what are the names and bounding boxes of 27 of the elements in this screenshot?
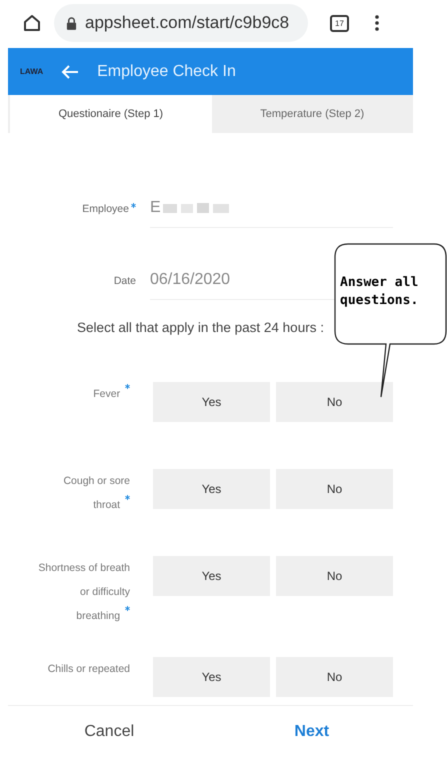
answer-option[interactable]: No	[276, 469, 393, 509]
question-label: Cough or sore throat	[63, 475, 130, 511]
next-button[interactable]: Next	[210, 715, 413, 749]
app-logo: LAWA	[20, 67, 44, 76]
section-prompt: Select all that apply in the past 24 hours :	[76, 320, 325, 335]
answer-option[interactable]: No	[276, 657, 393, 697]
input-field[interactable]: E	[150, 189, 393, 228]
cancel-button[interactable]: Cancel	[8, 715, 210, 749]
answer-option[interactable]: Yes	[153, 556, 270, 596]
answer-option[interactable]: Yes	[153, 382, 270, 422]
answer-option[interactable]: Yes	[153, 657, 270, 697]
address-bar[interactable]: appsheet.com/start/c9b9c8	[54, 4, 308, 42]
field-label: Date	[114, 275, 136, 287]
question-label: Fever	[93, 388, 120, 400]
app-title: Employee Check In	[97, 62, 236, 80]
home-icon[interactable]	[22, 13, 42, 33]
back-arrow-icon[interactable]	[61, 64, 80, 80]
tab-count-button[interactable]: 17	[330, 14, 349, 32]
answer-option[interactable]: Yes	[153, 469, 270, 509]
more-icon[interactable]	[374, 15, 379, 31]
question-label: Chills or repeated	[48, 663, 130, 675]
lock-icon	[66, 16, 77, 30]
field-label: Employee	[82, 203, 129, 215]
question-label: Shortness of breath or difficulty breathing	[38, 562, 130, 622]
answer-option[interactable]: No	[276, 556, 393, 596]
answer-option[interactable]: No	[276, 382, 393, 422]
tab[interactable]: Temperature (Step 2)	[212, 95, 413, 133]
